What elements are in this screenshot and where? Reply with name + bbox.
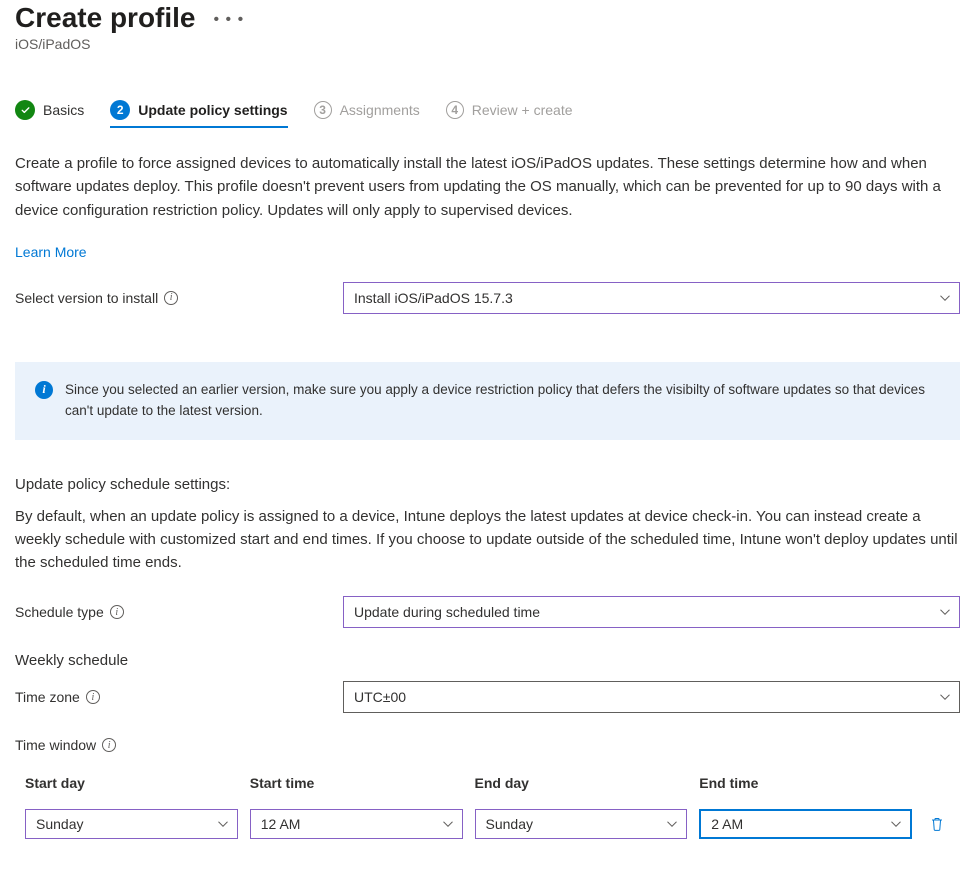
step-update-policy[interactable]: 2 Update policy settings [110,100,287,128]
chevron-down-icon [442,818,454,830]
chevron-down-icon [890,818,902,830]
table-row: Sunday 12 AM Sunday [15,809,960,839]
check-icon [15,100,35,120]
step-assignments[interactable]: 3 Assignments [314,101,420,127]
info-icon: i [35,381,53,399]
schedule-type-label: Schedule type [15,604,104,620]
end-time-value: 2 AM [711,816,743,832]
info-icon[interactable]: i [86,690,100,704]
timezone-label: Time zone [15,689,80,705]
step-basics[interactable]: Basics [15,100,84,128]
timezone-row: Time zone i UTC±00 [15,681,960,713]
info-text: Since you selected an earlier version, m… [65,380,940,422]
end-day-value: Sunday [486,816,533,832]
info-icon[interactable]: i [102,738,116,752]
weekly-schedule-heading: Weekly schedule [15,652,960,669]
chevron-down-icon [939,292,951,304]
end-day-select[interactable]: Sunday [475,809,688,839]
chevron-down-icon [939,606,951,618]
schedule-type-row: Schedule type i Update during scheduled … [15,596,960,628]
end-time-select[interactable]: 2 AM [699,809,912,839]
schedule-type-select[interactable]: Update during scheduled time [343,596,960,628]
page-title: Create profile [15,2,196,34]
wizard-steps: Basics 2 Update policy settings 3 Assign… [15,92,960,136]
info-icon[interactable]: i [164,291,178,305]
info-banner: i Since you selected an earlier version,… [15,362,960,440]
step-review[interactable]: 4 Review + create [446,101,573,127]
start-day-value: Sunday [36,816,83,832]
step-number: 4 [446,101,464,119]
start-time-value: 12 AM [261,816,301,832]
description-text: Create a profile to force assigned devic… [15,152,960,222]
col-start-time: Start time [250,773,463,795]
schedule-heading: Update policy schedule settings: [15,476,960,493]
step-label: Update policy settings [138,102,287,118]
step-label: Assignments [340,102,420,118]
col-start-day: Start day [25,773,238,795]
timezone-value: UTC±00 [354,689,406,705]
version-select[interactable]: Install iOS/iPadOS 15.7.3 [343,282,960,314]
version-label: Select version to install [15,290,158,306]
col-end-time: End time [699,773,912,795]
info-icon[interactable]: i [110,605,124,619]
more-icon[interactable]: • • • [214,11,245,29]
time-window-label: Time window [15,737,96,753]
step-label: Basics [43,102,84,118]
step-number: 2 [110,100,130,120]
page-subtitle: iOS/iPadOS [15,36,960,52]
time-window-label-row: Time window i [15,737,960,753]
time-window-table: Start day Start time End day End time Su… [15,773,960,839]
start-day-select[interactable]: Sunday [25,809,238,839]
chevron-down-icon [939,691,951,703]
col-end-day: End day [475,773,688,795]
learn-more-link[interactable]: Learn More [15,244,87,260]
chevron-down-icon [666,818,678,830]
version-row: Select version to install i Install iOS/… [15,282,960,314]
page-header: Create profile • • • iOS/iPadOS [15,0,960,56]
timezone-select[interactable]: UTC±00 [343,681,960,713]
step-number: 3 [314,101,332,119]
version-value: Install iOS/iPadOS 15.7.3 [354,290,513,306]
step-label: Review + create [472,102,573,118]
delete-icon[interactable] [929,816,945,832]
chevron-down-icon [217,818,229,830]
table-header-row: Start day Start time End day End time [15,773,960,795]
schedule-type-value: Update during scheduled time [354,604,540,620]
schedule-desc: By default, when an update policy is ass… [15,505,960,575]
start-time-select[interactable]: 12 AM [250,809,463,839]
